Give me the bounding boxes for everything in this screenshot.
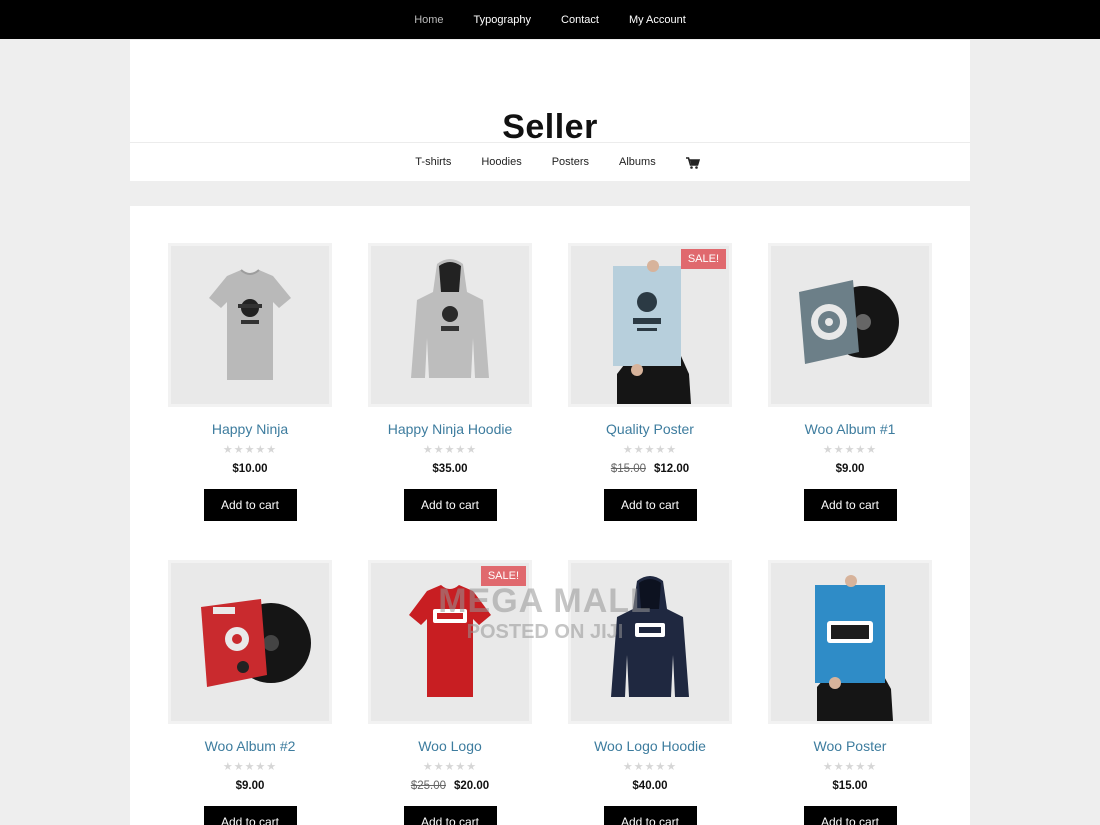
subnav-tshirts-link[interactable]: T-shirts (415, 156, 451, 168)
top-navigation: Home Typography Contact My Account (0, 0, 1100, 39)
current-price: $9.00 (235, 780, 265, 792)
product-card: SALE! Quality Poster ★★★★★ $15.00 $12.00 … (568, 243, 732, 521)
product-price: $15.00 $12.00 (568, 463, 732, 475)
product-card: Woo Poster ★★★★★ $15.00 Add to cart (768, 560, 932, 825)
subnav-hoodies-link[interactable]: Hoodies (481, 156, 521, 168)
add-to-cart-button[interactable]: Add to cart (603, 489, 697, 521)
product-name-link[interactable]: Woo Logo (368, 738, 532, 754)
rating-stars: ★★★★★ (622, 761, 678, 773)
rating-stars: ★★★★★ (822, 444, 878, 456)
product-price: $10.00 (168, 463, 332, 475)
product-grid: Happy Ninja ★★★★★ $10.00 Add to cart Hap… (130, 206, 970, 825)
product-image-link[interactable]: SALE! (568, 243, 732, 407)
tshirt-image (371, 563, 529, 721)
product-name-link[interactable]: Woo Poster (768, 738, 932, 754)
current-price: $9.00 (835, 463, 865, 475)
product-card: Happy Ninja Hoodie ★★★★★ $35.00 Add to c… (368, 243, 532, 521)
product-card: Happy Ninja ★★★★★ $10.00 Add to cart (168, 243, 332, 521)
rating-stars: ★★★★★ (422, 761, 478, 773)
current-price: $12.00 (654, 463, 690, 475)
product-name-link[interactable]: Happy Ninja (168, 421, 332, 437)
product-image-link[interactable] (568, 560, 732, 724)
add-to-cart-button[interactable]: Add to cart (203, 489, 297, 521)
site-header: Seller T-shirts Hoodies Posters Albums (130, 40, 970, 181)
product-card: SALE! Woo Logo ★★★★★ $25.00 $20.00 Add to… (368, 560, 532, 825)
old-price: $25.00 (410, 780, 446, 792)
poster-image (771, 563, 929, 721)
product-image-link[interactable]: SALE! (368, 560, 532, 724)
product-image-link[interactable] (768, 243, 932, 407)
add-to-cart-button[interactable]: Add to cart (803, 806, 897, 825)
product-image-link[interactable] (168, 243, 332, 407)
poster-image (571, 246, 729, 404)
product-image-link[interactable] (768, 560, 932, 724)
product-price: $9.00 (768, 463, 932, 475)
album-image (171, 563, 329, 721)
sale-badge: SALE! (680, 249, 726, 269)
current-price: $10.00 (232, 463, 268, 475)
product-card: Woo Album #1 ★★★★★ $9.00 Add to cart (768, 243, 932, 521)
hoodie-image (371, 246, 529, 404)
add-to-cart-button[interactable]: Add to cart (603, 806, 697, 825)
product-name-link[interactable]: Happy Ninja Hoodie (368, 421, 532, 437)
sale-badge: SALE! (480, 566, 526, 586)
current-price: $20.00 (454, 780, 490, 792)
current-price: $35.00 (432, 463, 468, 475)
product-price: $25.00 $20.00 (368, 780, 532, 792)
add-to-cart-button[interactable]: Add to cart (403, 806, 497, 825)
topnav-typography-link[interactable]: Typography (474, 14, 531, 26)
current-price: $40.00 (632, 780, 668, 792)
subnav-albums-link[interactable]: Albums (619, 156, 656, 168)
product-price: $9.00 (168, 780, 332, 792)
product-name-link[interactable]: Woo Album #2 (168, 738, 332, 754)
product-name-link[interactable]: Quality Poster (568, 421, 732, 437)
product-image-link[interactable] (368, 243, 532, 407)
rating-stars: ★★★★★ (222, 444, 278, 456)
product-price: $35.00 (368, 463, 532, 475)
cart-icon[interactable] (685, 156, 700, 169)
rating-stars: ★★★★★ (422, 444, 478, 456)
product-name-link[interactable]: Woo Album #1 (768, 421, 932, 437)
topnav-my-account-link[interactable]: My Account (629, 14, 686, 26)
topnav-contact-link[interactable]: Contact (561, 14, 599, 26)
product-name-link[interactable]: Woo Logo Hoodie (568, 738, 732, 754)
product-card: Woo Logo Hoodie ★★★★★ $40.00 Add to cart (568, 560, 732, 825)
product-card: Woo Album #2 ★★★★★ $9.00 Add to cart (168, 560, 332, 825)
rating-stars: ★★★★★ (822, 761, 878, 773)
add-to-cart-button[interactable]: Add to cart (803, 489, 897, 521)
product-image-link[interactable] (168, 560, 332, 724)
add-to-cart-button[interactable]: Add to cart (403, 489, 497, 521)
product-price: $15.00 (768, 780, 932, 792)
rating-stars: ★★★★★ (622, 444, 678, 456)
add-to-cart-button[interactable]: Add to cart (203, 806, 297, 825)
category-navigation: T-shirts Hoodies Posters Albums (130, 142, 970, 181)
rating-stars: ★★★★★ (222, 761, 278, 773)
top-bar: Home Typography Contact My Account (0, 0, 1100, 39)
tshirt-image (171, 246, 329, 404)
current-price: $15.00 (832, 780, 868, 792)
old-price: $15.00 (610, 463, 646, 475)
album-image (771, 246, 929, 404)
hoodie-image (571, 563, 729, 721)
subnav-posters-link[interactable]: Posters (552, 156, 589, 168)
product-price: $40.00 (568, 780, 732, 792)
topnav-home-link[interactable]: Home (414, 14, 443, 26)
